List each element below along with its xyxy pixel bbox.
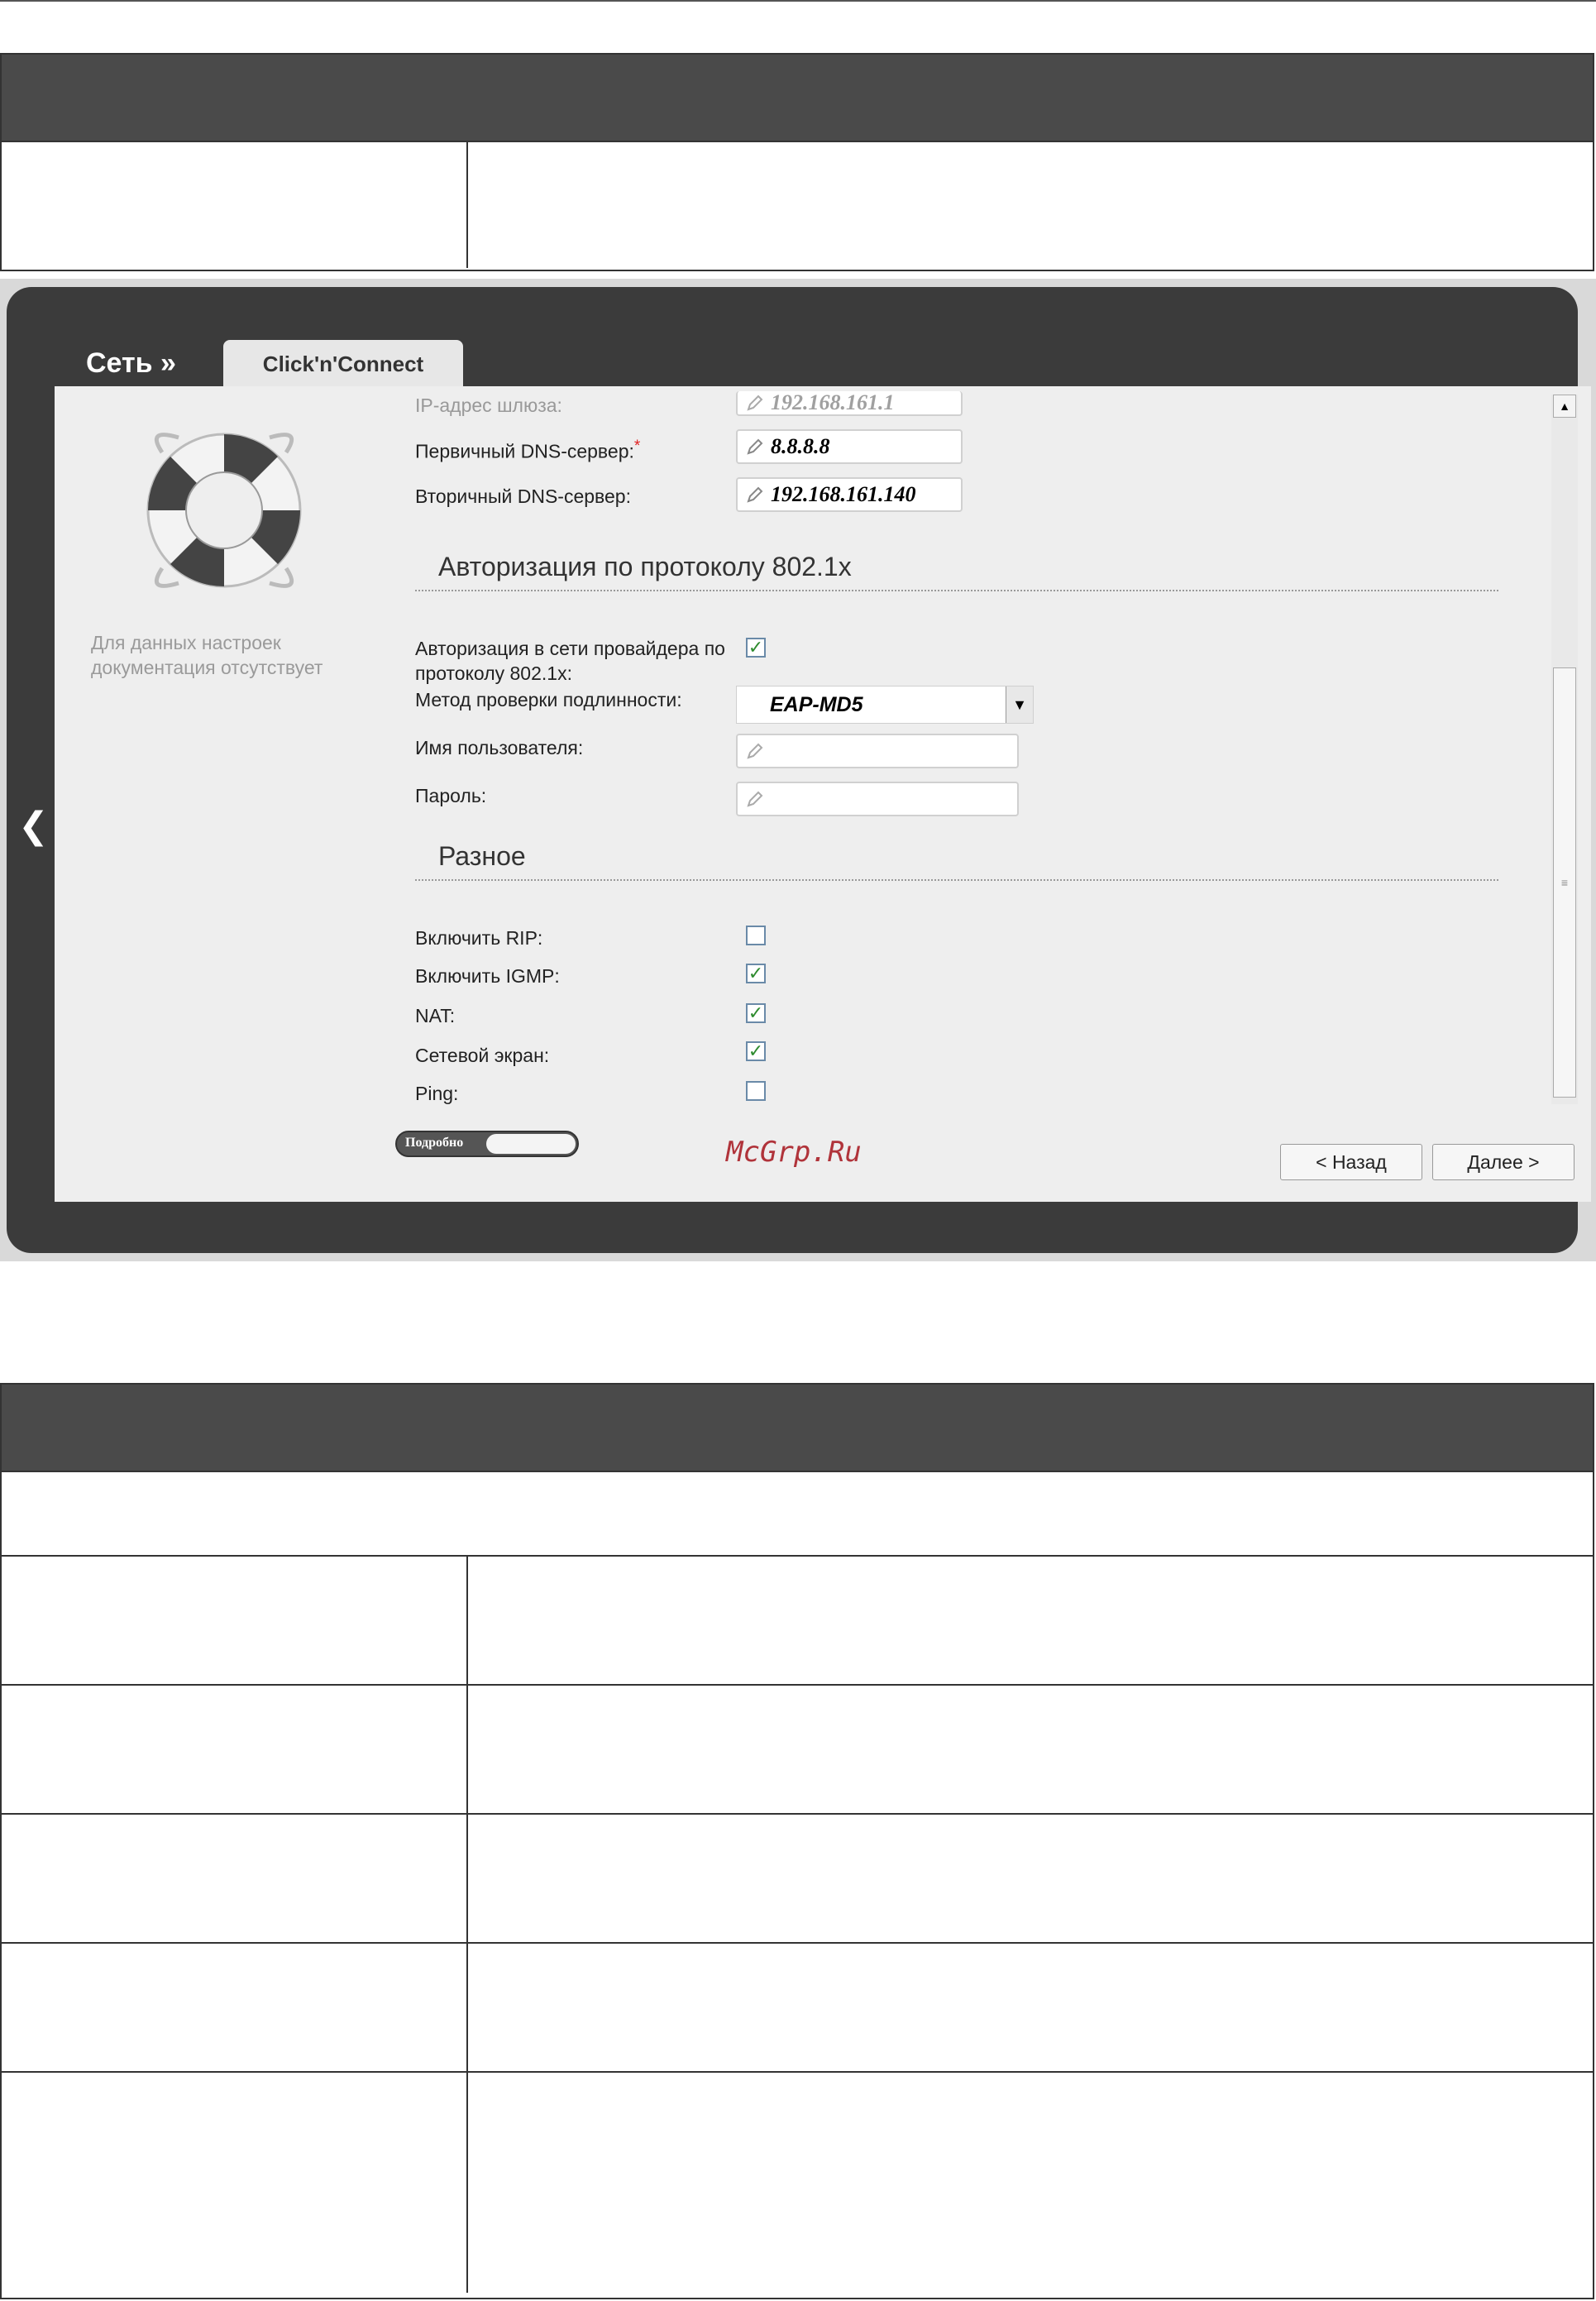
nat-checkbox[interactable]: ✓ — [746, 1003, 766, 1023]
table-row — [2, 1813, 1593, 1942]
auth-method-select[interactable]: EAP-MD5 ▼ — [736, 686, 1034, 724]
username-label: Имя пользователя: — [415, 737, 584, 758]
password-label: Пароль: — [415, 785, 487, 806]
next-button[interactable]: Далее > — [1432, 1144, 1574, 1180]
table-header — [2, 1385, 1593, 1471]
dns1-label: Первичный DNS-сервер:* — [415, 438, 641, 462]
pencil-icon — [747, 791, 763, 807]
pencil-icon — [747, 486, 763, 503]
igmp-label: Включить IGMP: — [415, 965, 560, 987]
table-row — [2, 1942, 1593, 2071]
pencil-icon — [747, 438, 763, 455]
rip-checkbox[interactable] — [746, 926, 766, 945]
no-docs-text: Для данных настроек документация отсутст… — [91, 632, 323, 678]
router-frame: Сеть » Click'n'Connect ❮ Для данных наст… — [7, 287, 1591, 1253]
dns2-input[interactable]: 192.168.161.140 — [736, 477, 963, 512]
pencil-icon — [747, 395, 763, 411]
router-screenshot: Сеть » Click'n'Connect ❮ Для данных наст… — [0, 279, 1596, 1261]
table-header — [2, 55, 1593, 141]
breadcrumb[interactable]: Сеть » — [86, 347, 176, 380]
table-row — [2, 1471, 1593, 1555]
igmp-checkbox[interactable]: ✓ — [746, 964, 766, 983]
password-input[interactable] — [736, 782, 1019, 816]
scroll-thumb[interactable]: ≡ — [1553, 667, 1576, 1098]
table-cell-param — [2, 142, 468, 268]
scrollbar[interactable]: ▲ ≡ — [1551, 395, 1578, 1104]
table-row — [2, 141, 1593, 268]
auth-method-label: Метод проверки подлинности: — [415, 689, 682, 710]
table-row — [2, 2071, 1593, 2293]
settings-panel: Для данных настроек документация отсутст… — [55, 386, 1591, 1202]
rip-label: Включить RIP: — [415, 927, 543, 949]
auth-enable-label: Авторизация в сети провайдера по протоко… — [415, 638, 725, 684]
firewall-label: Сетевой экран: — [415, 1045, 550, 1066]
nat-label: NAT: — [415, 1005, 456, 1026]
dns2-value: 192.168.161.140 — [771, 482, 916, 506]
misc-section-title: Разное — [438, 841, 526, 871]
gateway-input[interactable]: 192.168.161.1 — [736, 390, 963, 416]
scroll-up-icon[interactable]: ▲ — [1553, 395, 1576, 418]
gateway-label: IP-адрес шлюза: — [415, 395, 562, 416]
manual-table-bottom — [0, 1383, 1594, 2299]
top-rule — [0, 0, 1596, 2]
tab-clicknconnect[interactable]: Click'n'Connect — [223, 340, 463, 388]
auth-method-value: EAP-MD5 — [770, 692, 863, 716]
gateway-value: 192.168.161.1 — [771, 390, 895, 414]
username-input[interactable] — [736, 734, 1019, 768]
firewall-checkbox[interactable]: ✓ — [746, 1041, 766, 1061]
lifebuoy-icon — [146, 433, 302, 588]
back-button[interactable]: < Назад — [1280, 1144, 1422, 1180]
dns1-input[interactable]: 8.8.8.8 — [736, 429, 963, 464]
table-row — [2, 1555, 1593, 1684]
ping-checkbox[interactable] — [746, 1081, 766, 1101]
chevron-down-icon[interactable]: ▼ — [1006, 686, 1033, 723]
table-cell-desc — [468, 142, 1593, 268]
auth-section-title: Авторизация по протоколу 802.1x — [438, 552, 852, 581]
pencil-icon — [747, 743, 763, 759]
dns2-label: Вторичный DNS-сервер: — [415, 486, 631, 507]
back-arrow-icon[interactable]: ❮ — [18, 808, 49, 844]
manual-table-top — [0, 53, 1594, 271]
section-divider — [415, 879, 1498, 881]
ping-label: Ping: — [415, 1083, 459, 1104]
watermark: McGrp.Ru — [726, 1136, 862, 1169]
auth-enable-checkbox[interactable]: ✓ — [746, 638, 766, 658]
details-toggle[interactable]: Подробно — [395, 1131, 579, 1157]
section-divider — [415, 590, 1498, 591]
dns1-value: 8.8.8.8 — [771, 434, 830, 458]
table-row — [2, 1684, 1593, 1813]
